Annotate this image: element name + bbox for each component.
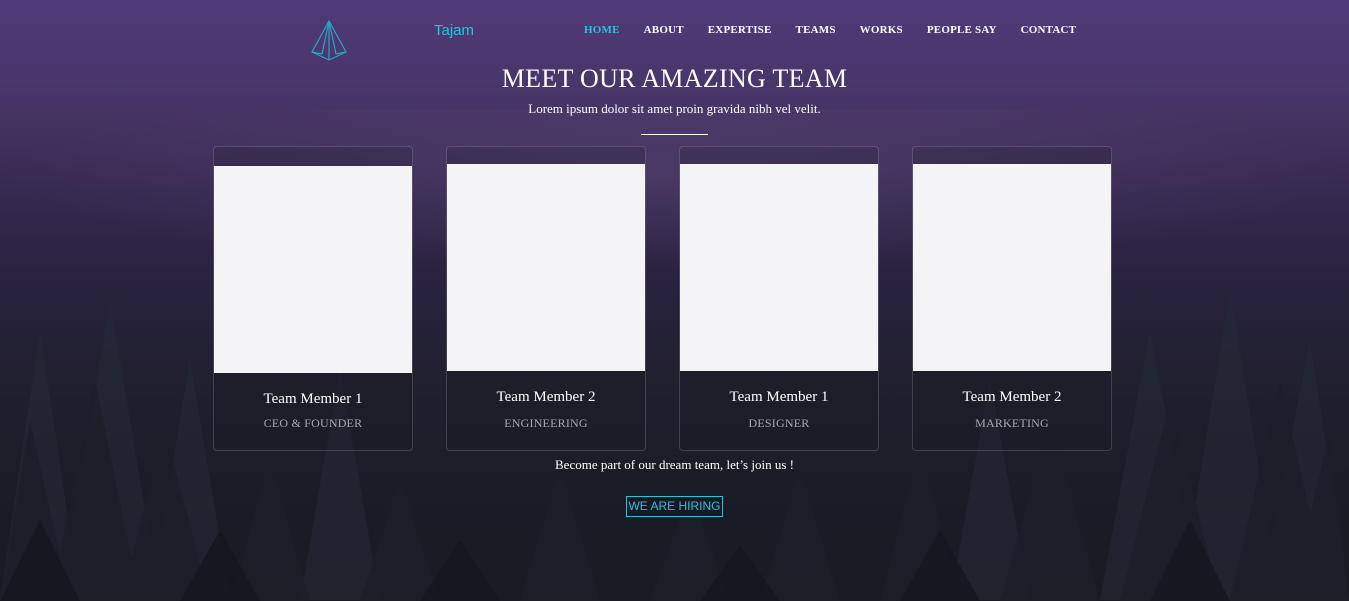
nav-item-expertise[interactable]: EXPERTISE: [708, 24, 772, 36]
nav-item-people-say[interactable]: PEOPLE SAY: [927, 24, 997, 36]
main-nav: HOME ABOUT EXPERTISE TEAMS WORKS PEOPLE …: [584, 24, 1100, 36]
member-role: DESIGNER: [748, 416, 810, 430]
hiring-button[interactable]: WE ARE HIRING: [626, 496, 723, 517]
member-name: Team Member 1: [263, 391, 363, 407]
brand-name[interactable]: Tajam: [434, 22, 474, 39]
top-navbar: Tajam HOME ABOUT EXPERTISE TEAMS WORKS P…: [0, 0, 1349, 62]
team-card[interactable]: Team Member 1 DESIGNER: [679, 146, 879, 451]
member-photo: [913, 164, 1111, 371]
member-photo: [214, 166, 412, 373]
member-name: Team Member 1: [729, 389, 829, 405]
nav-item-teams[interactable]: TEAMS: [796, 24, 836, 36]
nav-item-works[interactable]: WORKS: [860, 24, 903, 36]
nav-item-home[interactable]: HOME: [584, 24, 620, 36]
member-name: Team Member 2: [962, 389, 1062, 405]
section-subtitle: Lorem ipsum dolor sit amet proin gravida…: [528, 101, 821, 116]
member-role: CEO & FOUNDER: [263, 416, 363, 430]
member-role: ENGINEERING: [504, 416, 588, 430]
team-card[interactable]: Team Member 1 CEO & FOUNDER: [213, 146, 413, 451]
member-photo: [447, 164, 645, 371]
team-card[interactable]: Team Member 2 ENGINEERING: [446, 146, 646, 451]
team-card[interactable]: Team Member 2 MARKETING: [912, 146, 1112, 451]
member-photo: [680, 164, 878, 371]
paper-plane-logo-icon[interactable]: [308, 18, 352, 62]
member-role: MARKETING: [975, 416, 1049, 430]
title-divider: [641, 134, 708, 135]
section-title: MEET OUR AMAZING TEAM: [501, 64, 848, 93]
nav-item-about[interactable]: ABOUT: [644, 24, 684, 36]
join-text: Become part of our dream team, let’s joi…: [555, 457, 794, 472]
nav-item-contact[interactable]: CONTACT: [1021, 24, 1077, 36]
member-name: Team Member 2: [496, 389, 596, 405]
